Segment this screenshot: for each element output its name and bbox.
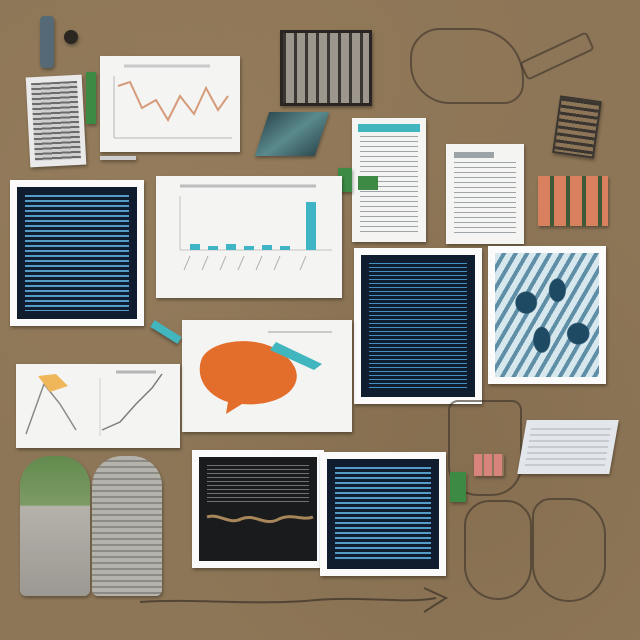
- teal-pointer: [150, 320, 182, 344]
- clip-icon: [64, 30, 78, 44]
- monitor-bottom-right: [320, 452, 446, 576]
- screen: [361, 255, 475, 397]
- orange-shape: [199, 331, 332, 414]
- bar-chart-card: [156, 176, 342, 298]
- grill-icon: [280, 30, 372, 106]
- cactus-icon: [538, 176, 608, 226]
- document-page-green: [352, 118, 426, 242]
- green-strip: [86, 72, 96, 124]
- small-charts-card: [16, 364, 180, 448]
- bottle-icon: [40, 16, 54, 68]
- pen-icon: [519, 31, 595, 81]
- document-stamp: [552, 95, 602, 159]
- engine-sketch-icon: [410, 28, 524, 104]
- line-chart-card: [100, 56, 240, 152]
- statue-green-icon: [20, 456, 90, 596]
- hook-sketch-icon: [532, 498, 606, 602]
- pink-tiles: [474, 454, 504, 476]
- monitor-center: [354, 248, 482, 404]
- screen: [327, 459, 439, 569]
- document-page: [446, 144, 524, 244]
- collage-board: [0, 0, 640, 640]
- monitor-bottom-left: [192, 450, 324, 568]
- waveform: [206, 514, 314, 524]
- line-chart: [113, 64, 232, 139]
- fan-icon: [254, 112, 330, 156]
- green-box: [450, 472, 466, 502]
- fish-sketch-icon: [464, 500, 532, 600]
- folder-icon: [517, 420, 619, 474]
- statue-gray-icon: [92, 456, 162, 596]
- arrow-sketch-icon: [139, 587, 449, 613]
- screen: [17, 187, 137, 319]
- fish-pattern-photo: [488, 246, 606, 384]
- screen: [199, 457, 317, 561]
- orange-shape-card: [182, 320, 352, 432]
- bar-chart: [179, 184, 332, 271]
- photo-stack-icon: [25, 74, 87, 168]
- caption-strip: [100, 156, 136, 160]
- small-charts: [25, 370, 163, 436]
- monitor-left: [10, 180, 144, 326]
